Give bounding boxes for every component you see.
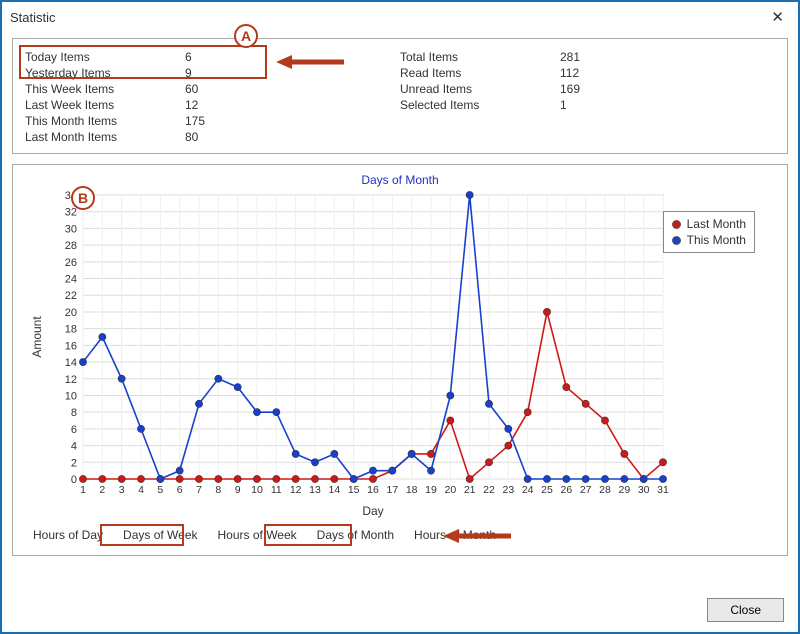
chart-title: Days of Month — [23, 173, 777, 187]
svg-text:30: 30 — [65, 223, 77, 235]
svg-text:28: 28 — [65, 240, 77, 252]
legend-row-last: Last Month — [672, 216, 746, 232]
svg-text:31: 31 — [657, 484, 669, 496]
close-button[interactable]: Close — [707, 598, 784, 622]
legend-dot-last-icon — [672, 220, 681, 229]
tab-hours-of-day[interactable]: Hours of Day — [23, 525, 113, 545]
chart-panel: Days of Month 02468101214161820222426283… — [12, 164, 788, 556]
stat-row: Read Items112 — [400, 65, 775, 81]
svg-text:19: 19 — [425, 484, 437, 496]
svg-text:17: 17 — [386, 484, 398, 496]
tab-hours-of-month[interactable]: Hours of Month — [404, 525, 506, 545]
svg-text:2: 2 — [71, 457, 77, 469]
svg-text:22: 22 — [65, 290, 77, 302]
stat-row: Selected Items1 — [400, 97, 775, 113]
chart-area: 0246810121416182022242628303234123456789… — [23, 189, 763, 519]
svg-text:15: 15 — [348, 484, 360, 496]
svg-text:7: 7 — [196, 484, 202, 496]
stat-row: This Week Items60 — [25, 81, 400, 97]
legend-row-this: This Month — [672, 232, 746, 248]
svg-text:30: 30 — [638, 484, 650, 496]
svg-text:14: 14 — [328, 484, 340, 496]
legend: Last Month This Month — [663, 211, 755, 253]
svg-text:25: 25 — [541, 484, 553, 496]
svg-text:23: 23 — [502, 484, 514, 496]
svg-text:12: 12 — [65, 374, 77, 386]
stat-row: Last Week Items12 — [25, 97, 400, 113]
stats-right-col: Total Items281 Read Items112 Unread Item… — [400, 49, 775, 145]
svg-text:6: 6 — [71, 424, 77, 436]
tab-hours-of-week[interactable]: Hours of Week — [208, 525, 307, 545]
svg-text:3: 3 — [119, 484, 125, 496]
svg-text:29: 29 — [618, 484, 630, 496]
svg-text:12: 12 — [290, 484, 302, 496]
svg-text:8: 8 — [215, 484, 221, 496]
stat-row: Unread Items169 — [400, 81, 775, 97]
svg-text:20: 20 — [444, 484, 456, 496]
window-title: Statistic — [10, 10, 765, 25]
tab-days-of-month[interactable]: Days of Month — [307, 525, 404, 545]
chart-svg: 0246810121416182022242628303234123456789… — [23, 189, 763, 519]
svg-text:2: 2 — [99, 484, 105, 496]
svg-text:22: 22 — [483, 484, 495, 496]
svg-text:4: 4 — [71, 441, 77, 453]
svg-text:26: 26 — [560, 484, 572, 496]
svg-text:0: 0 — [71, 474, 77, 486]
chart-tabs: Hours of Day Days of Week Hours of Week … — [23, 525, 777, 545]
tab-days-of-week[interactable]: Days of Week — [113, 525, 207, 545]
stats-left-col: Today Items6 Yesterday Items9 This Week … — [25, 49, 400, 145]
svg-text:4: 4 — [138, 484, 144, 496]
stat-row: Total Items281 — [400, 49, 775, 65]
svg-text:16: 16 — [367, 484, 379, 496]
svg-text:27: 27 — [580, 484, 592, 496]
svg-text:26: 26 — [65, 257, 77, 269]
svg-text:11: 11 — [271, 484, 282, 496]
svg-text:6: 6 — [177, 484, 183, 496]
svg-text:1: 1 — [80, 484, 86, 496]
svg-text:24: 24 — [65, 274, 77, 286]
svg-text:20: 20 — [65, 307, 77, 319]
svg-text:21: 21 — [464, 484, 476, 496]
stat-row: Yesterday Items9 — [25, 65, 400, 81]
svg-text:8: 8 — [71, 407, 77, 419]
svg-text:5: 5 — [157, 484, 163, 496]
close-icon[interactable]: ✕ — [765, 6, 790, 28]
stat-row: This Month Items175 — [25, 113, 400, 129]
legend-dot-this-icon — [672, 236, 681, 245]
svg-text:10: 10 — [65, 390, 77, 402]
svg-text:34: 34 — [65, 190, 77, 202]
stats-panel: Today Items6 Yesterday Items9 This Week … — [12, 38, 788, 154]
svg-text:16: 16 — [65, 340, 77, 352]
svg-text:32: 32 — [65, 207, 77, 219]
svg-text:18: 18 — [406, 484, 418, 496]
svg-text:18: 18 — [65, 324, 77, 336]
svg-text:10: 10 — [251, 484, 263, 496]
svg-text:Day: Day — [362, 504, 383, 518]
svg-text:24: 24 — [522, 484, 534, 496]
content: Today Items6 Yesterday Items9 This Week … — [2, 32, 798, 566]
window: Statistic ✕ Today Items6 Yesterday Items… — [0, 0, 800, 634]
button-row: Close — [707, 598, 784, 622]
svg-text:28: 28 — [599, 484, 611, 496]
svg-text:14: 14 — [65, 357, 77, 369]
titlebar: Statistic ✕ — [2, 2, 798, 32]
stat-row: Last Month Items80 — [25, 129, 400, 145]
stat-row: Today Items6 — [25, 49, 400, 65]
svg-text:Amount: Amount — [30, 316, 44, 358]
svg-text:9: 9 — [235, 484, 241, 496]
svg-text:13: 13 — [309, 484, 321, 496]
